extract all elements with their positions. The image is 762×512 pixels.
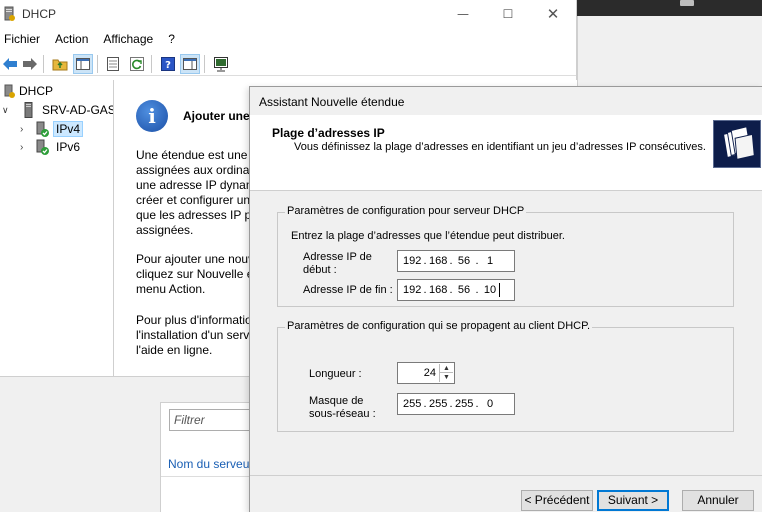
server-name-column-header[interactable]: Nom du serveur [168, 457, 253, 471]
show-hide-tree-icon[interactable] [73, 54, 93, 74]
menu-help[interactable]: ? [164, 30, 179, 50]
chevron-down-icon[interactable]: ∨ [2, 105, 14, 116]
ipv4-icon [36, 121, 49, 137]
menu-fichier[interactable]: Fichier [0, 30, 44, 50]
lower-left-pane [0, 397, 160, 512]
tree-label-ipv6: IPv6 [56, 140, 81, 154]
window-title: DHCP [22, 7, 57, 21]
previous-button[interactable]: < Précédent [521, 490, 593, 511]
up-folder-icon[interactable] [50, 54, 70, 74]
subnet-mask-label: Masque de sous-réseau : [309, 395, 376, 420]
tree-node-ipv6[interactable]: › IPv6 [20, 138, 80, 156]
dhcp-app-icon [4, 6, 15, 21]
server-icon [24, 102, 33, 118]
group1-title: Paramètres de configuration pour serveur… [285, 205, 527, 217]
tree-node-dhcp[interactable]: DHCP [2, 82, 53, 100]
maximize-button[interactable]: ☐ [497, 3, 519, 25]
group2-title: Paramètres de configuration qui se propa… [285, 320, 593, 332]
start-ip-field[interactable]: 192. 168. 56. 1 [397, 250, 515, 272]
minimize-button[interactable]: — [452, 3, 474, 25]
client-config-group: Paramètres de configuration qui se propa… [277, 320, 734, 432]
tree-node-ipv4[interactable]: › IPv4 [20, 120, 84, 138]
help-icon[interactable]: ? [158, 54, 178, 74]
tree-label-dhcp: DHCP [19, 84, 54, 98]
wizard-header-title: Plage d’adresses IP [272, 126, 385, 140]
range-intro-text: Entrez la plage d’adresses que l’étendue… [291, 230, 565, 242]
properties-icon[interactable] [103, 54, 123, 74]
length-label: Longueur : [309, 368, 362, 380]
address-range-icon [713, 120, 761, 168]
ipv6-icon [36, 139, 49, 155]
wizard-title-bar: Assistant Nouvelle étendue [250, 87, 762, 115]
console-tree-icon[interactable] [180, 54, 200, 74]
content-heading: Ajouter une [183, 109, 250, 123]
menu-action[interactable]: Action [51, 30, 92, 50]
new-scope-wizard-dialog: Assistant Nouvelle étendue Plage d’adres… [249, 86, 762, 512]
wizard-header-subtitle: Vous définissez la plage d’adresses en i… [294, 141, 706, 153]
chevron-right-icon[interactable]: › [20, 142, 32, 153]
chevron-right-icon[interactable]: › [20, 124, 32, 135]
tree-label-server: SRV-AD-GASC [42, 103, 113, 117]
wizard-header: Plage d’adresses IP Vous définissez la p… [250, 115, 762, 191]
dhcp-root-icon [4, 84, 15, 98]
toolbar: ? [0, 52, 576, 76]
console-tree: DHCP ∨ SRV-AD-GASC › IPv4 › IPv6 [0, 80, 114, 376]
menu-bar: Fichier Action Affichage ? [0, 30, 576, 50]
text-cursor [499, 283, 500, 297]
menu-affichage[interactable]: Affichage [99, 30, 157, 50]
start-ip-label: Adresse IP de début : [303, 251, 372, 276]
back-arrow-icon[interactable] [0, 54, 20, 74]
prefix-length-spinner[interactable]: 24 ▲ ▼ [397, 362, 455, 384]
end-ip-label: Adresse IP de fin : [303, 284, 393, 296]
spin-down-icon[interactable]: ▼ [440, 373, 453, 382]
refresh-icon[interactable] [127, 54, 147, 74]
tree-label-ipv4: IPv4 [53, 121, 84, 137]
background-window-titlebar [577, 0, 762, 16]
title-bar: DHCP — ☐ ✕ [0, 0, 576, 28]
prefix-length-value: 24 [423, 367, 436, 379]
spinner-arrows[interactable]: ▲ ▼ [439, 364, 453, 382]
forward-arrow-icon[interactable] [20, 54, 40, 74]
tree-node-server[interactable]: ∨ SRV-AD-GASC [2, 101, 113, 119]
end-ip-field[interactable]: 192. 168. 56. 10 [397, 279, 515, 301]
wizard-title: Assistant Nouvelle étendue [259, 95, 405, 109]
spin-up-icon[interactable]: ▲ [440, 364, 453, 373]
background-window-icon [680, 0, 694, 6]
svg-text:?: ? [165, 60, 171, 71]
next-button[interactable]: Suivant > [597, 490, 669, 511]
monitor-icon[interactable] [211, 54, 231, 74]
info-icon: i [136, 100, 168, 132]
dhcp-server-config-group: Paramètres de configuration pour serveur… [277, 205, 734, 307]
subnet-mask-field[interactable]: 255. 255. 255. 0 [397, 393, 515, 415]
cancel-button[interactable]: Annuler [682, 490, 754, 511]
background-window [577, 16, 762, 86]
close-button[interactable]: ✕ [542, 3, 564, 25]
